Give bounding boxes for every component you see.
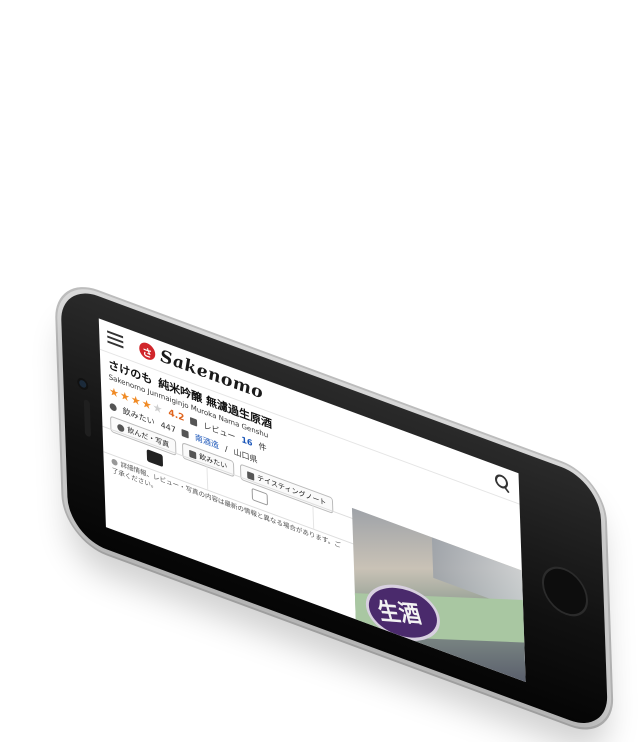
info-icon xyxy=(111,458,118,467)
menu-icon[interactable] xyxy=(107,329,125,350)
bottle-icon xyxy=(146,449,164,468)
comment-icon xyxy=(190,417,198,427)
phone-body: さ Sakenomo さけのも 純米吟醸 無濾過生原酒 Sakenomo Jun… xyxy=(60,282,609,735)
person-icon xyxy=(109,402,117,413)
rating-value: 4.2 xyxy=(168,407,185,424)
phone-screen: さ Sakenomo さけのも 純米吟醸 無濾過生原酒 Sakenomo Jun… xyxy=(98,318,526,683)
logo-mark-icon: さ xyxy=(138,340,156,363)
star-empty-icon: ★ xyxy=(152,400,163,417)
star-icon: ★ xyxy=(119,388,131,405)
review-unit: 件 xyxy=(258,441,267,454)
front-camera xyxy=(79,379,87,389)
speaker-grille xyxy=(83,398,92,438)
star-icon: ★ xyxy=(130,392,141,409)
star-icon: ★ xyxy=(141,396,152,413)
truck-icon xyxy=(251,487,269,507)
separator: / xyxy=(224,443,228,454)
house-icon xyxy=(181,429,190,439)
scene: さ Sakenomo さけのも 純米吟醸 無濾過生原酒 Sakenomo Jun… xyxy=(0,0,640,735)
search-icon[interactable] xyxy=(494,472,510,494)
star-icon: ★ xyxy=(108,384,120,401)
want-count: 447 xyxy=(160,420,177,435)
home-button[interactable] xyxy=(541,559,589,624)
phone: さ Sakenomo さけのも 純米吟醸 無濾過生原酒 Sakenomo Jun… xyxy=(60,282,628,742)
review-count[interactable]: 16 xyxy=(241,435,252,448)
